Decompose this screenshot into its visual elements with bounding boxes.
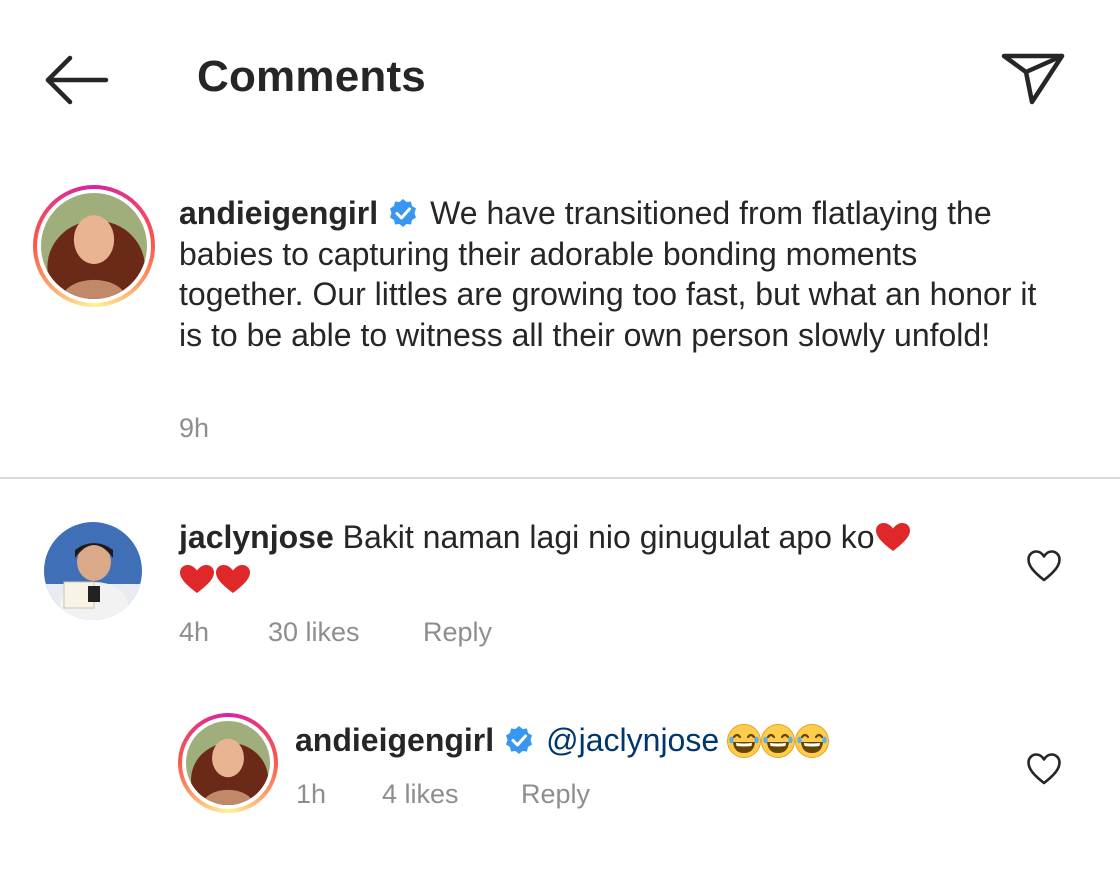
heart-emoji-icon	[215, 562, 251, 593]
avatar-photo	[41, 193, 147, 299]
comment-item: jaclynjose Bakit naman lagi nio ginugula…	[179, 516, 999, 600]
reply-time: 1h	[296, 779, 327, 809]
avatar-photo	[186, 721, 270, 805]
heart-icon	[1027, 550, 1061, 582]
comment-text: Bakit naman lagi nio ginugulat apo ko	[342, 519, 875, 555]
heart-emoji-icon	[875, 520, 911, 551]
back-arrow-icon	[45, 55, 109, 105]
post-caption: andieigengirl We have transitioned from f…	[179, 193, 1039, 355]
reply-username[interactable]: andieigengirl	[295, 722, 494, 758]
reply-likes-link[interactable]: 4 likes	[382, 779, 459, 810]
reply-author-avatar[interactable]	[178, 713, 278, 813]
share-button[interactable]	[998, 46, 1070, 110]
comment-likes-link[interactable]: 30 likes	[268, 617, 360, 648]
verified-badge-icon	[504, 723, 534, 754]
send-icon	[1001, 53, 1065, 105]
like-comment-button[interactable]	[1026, 549, 1062, 583]
reply-item: andieigengirl @jaclynjose	[295, 719, 995, 761]
caption-username[interactable]: andieigengirl	[179, 195, 378, 231]
like-reply-button[interactable]	[1026, 752, 1062, 786]
heart-emoji-icon	[179, 562, 215, 593]
reply-button[interactable]: Reply	[521, 779, 590, 810]
top-bar: Comments	[0, 0, 1120, 160]
back-button[interactable]	[40, 50, 110, 110]
page-title: Comments	[197, 52, 426, 101]
comment-username[interactable]: jaclynjose	[179, 519, 334, 555]
verified-badge-icon	[388, 197, 418, 227]
heart-icon	[1027, 753, 1061, 785]
mention-link[interactable]: @jaclynjose	[546, 722, 719, 758]
reply-button[interactable]: Reply	[423, 617, 492, 648]
laughing-emoji-icon	[794, 723, 830, 759]
comment-time: 4h	[179, 617, 210, 647]
author-avatar[interactable]	[33, 185, 155, 307]
divider	[0, 477, 1120, 479]
commenter-avatar[interactable]	[44, 522, 142, 620]
laughing-emoji-icon	[760, 723, 796, 759]
laughing-emoji-icon	[726, 723, 762, 759]
caption-time: 9h	[179, 413, 210, 443]
